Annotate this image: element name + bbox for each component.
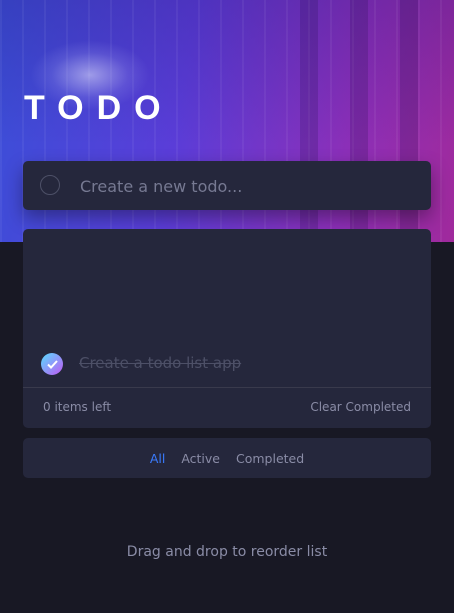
new-todo-bar: [23, 161, 431, 212]
reorder-hint: Drag and drop to reorder list: [126, 544, 328, 560]
todo-item[interactable]: Create a todo list app: [23, 345, 431, 388]
filter-completed[interactable]: Completed: [236, 451, 304, 466]
items-left-count: 0 items left: [43, 400, 112, 414]
filter-active[interactable]: Active: [181, 451, 220, 466]
checkmark-icon[interactable]: [41, 353, 63, 375]
filter-all[interactable]: All: [150, 451, 166, 466]
page-title: TODO: [24, 89, 174, 127]
new-todo-input[interactable]: [78, 161, 422, 212]
new-todo-circle-icon[interactable]: [40, 175, 60, 195]
list-footer: 0 items left Clear Completed: [23, 388, 431, 428]
filter-bar: All Active Completed: [23, 438, 431, 478]
todo-list: Create a todo list app 0 items left Clea…: [23, 229, 431, 428]
todo-text: Create a todo list app: [79, 354, 242, 372]
clear-completed-button[interactable]: Clear Completed: [310, 400, 411, 414]
